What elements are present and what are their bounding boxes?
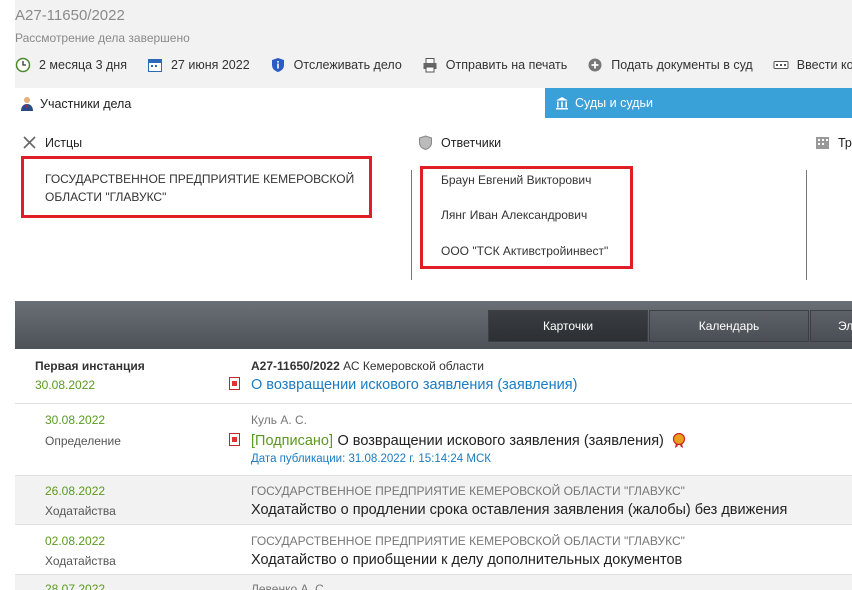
shield-icon bbox=[418, 135, 433, 151]
event-author: ГОСУДАРСТВЕННОЕ ПРЕДПРИЯТИЕ КЕМЕРОВСКОЙ … bbox=[251, 534, 685, 548]
track-case-label: Отслеживать дело bbox=[293, 58, 402, 72]
publication-date: Дата публикации: 31.08.2022 г. 15:14:24 … bbox=[251, 453, 491, 465]
column-divider bbox=[806, 170, 807, 280]
event-date: 28.07.2022 bbox=[45, 582, 106, 590]
plaintiff-highlight bbox=[21, 156, 372, 218]
enter-code-button[interactable]: Ввести код bbox=[773, 57, 852, 73]
column-divider bbox=[411, 170, 412, 280]
event-author: Левенко А. С. bbox=[251, 582, 328, 590]
instance-date: 30.08.2022 bbox=[35, 378, 96, 392]
submit-docs-button[interactable]: Подать документы в суд bbox=[587, 57, 753, 73]
signed-badge: [Подписано] bbox=[251, 433, 334, 449]
event-type: Ходатайства bbox=[45, 554, 116, 568]
event-title: Ходатайство о продлении срока оставления… bbox=[251, 502, 788, 518]
view-switcher: Карточки Календарь Эл bbox=[15, 301, 852, 349]
instance-court: АС Кемеровской области bbox=[343, 359, 484, 373]
person-icon bbox=[20, 96, 34, 111]
duration-item: 2 месяца 3 дня bbox=[15, 57, 127, 73]
printer-icon bbox=[422, 57, 438, 73]
instance-row: Первая инстанция 30.08.2022 А27-11650/20… bbox=[15, 349, 852, 404]
event-type: Ходатайства bbox=[45, 504, 116, 518]
courthouse-icon bbox=[555, 96, 569, 110]
event-row: 26.08.2022 Ходатайства ГОСУДАРСТВЕННОЕ П… bbox=[15, 476, 852, 525]
event-author: ГОСУДАРСТВЕННОЕ ПРЕДПРИЯТИЕ КЕМЕРОВСКОЙ … bbox=[251, 484, 685, 498]
print-button[interactable]: Отправить на печать bbox=[422, 57, 568, 73]
event-author: Куль А. С. bbox=[251, 413, 307, 427]
duration-label: 2 месяца 3 дня bbox=[39, 58, 127, 72]
tab-participants[interactable]: Участники дела bbox=[20, 96, 131, 111]
event-date: 02.08.2022 bbox=[45, 534, 106, 548]
shield-info-icon bbox=[270, 57, 286, 73]
tab-cards[interactable]: Карточки bbox=[488, 310, 648, 342]
event-date: 26.08.2022 bbox=[45, 484, 106, 498]
tab-courts-label: Суды и судьи bbox=[575, 96, 653, 110]
defendants-highlight bbox=[420, 166, 633, 269]
case-number: А27-11650/2022 bbox=[15, 7, 125, 24]
enter-code-label: Ввести код bbox=[796, 58, 852, 72]
instance-case-ref: А27-11650/2022 bbox=[251, 359, 340, 373]
plaintiffs-heading: Истцы bbox=[22, 135, 82, 150]
keyboard-icon bbox=[773, 57, 789, 73]
date-label: 27 июня 2022 bbox=[170, 58, 250, 72]
event-row: 30.08.2022 Определение Куль А. С. [Подпи… bbox=[15, 404, 852, 476]
track-case-button[interactable]: Отслеживать дело bbox=[270, 57, 402, 73]
defendants-heading: Ответчики bbox=[418, 135, 502, 151]
defendants-label: Ответчики bbox=[441, 135, 502, 150]
pdf-icon[interactable] bbox=[229, 377, 240, 390]
event-title: Ходатайство о приобщении к делу дополнит… bbox=[251, 552, 683, 568]
case-status: Рассмотрение дела завершено bbox=[15, 31, 190, 45]
instance-case-info: А27-11650/2022 АС Кемеровской области bbox=[251, 359, 484, 373]
tab-participants-label: Участники дела bbox=[40, 96, 132, 111]
calendar-icon bbox=[147, 57, 163, 73]
third-parties-heading: Тр bbox=[815, 135, 852, 150]
event-type: Определение bbox=[45, 434, 121, 448]
plaintiffs-label: Истцы bbox=[45, 135, 83, 150]
date-item: 27 июня 2022 bbox=[147, 57, 250, 73]
clock-icon bbox=[15, 57, 31, 73]
case-toolbar: 2 месяца 3 дня 27 июня 2022 Отслеживать … bbox=[15, 56, 852, 74]
event-title: [Подписано] О возвращении искового заявл… bbox=[251, 432, 686, 450]
seal-icon bbox=[672, 432, 686, 449]
tab-row: Участники дела Суды и судьи bbox=[0, 88, 852, 118]
event-date: 30.08.2022 bbox=[45, 413, 106, 427]
instance-doc-link[interactable]: О возвращении искового заявления (заявле… bbox=[251, 377, 577, 393]
event-row: 02.08.2022 Ходатайства ГОСУДАРСТВЕННОЕ П… bbox=[15, 525, 852, 575]
submit-docs-label: Подать документы в суд bbox=[611, 58, 753, 72]
tab-calendar[interactable]: Календарь bbox=[649, 310, 809, 342]
event-row: 28.07.2022 Левенко А. С. bbox=[15, 575, 852, 590]
event-doc-link[interactable]: О возвращении искового заявления (заявле… bbox=[337, 433, 663, 449]
pdf-icon[interactable] bbox=[229, 433, 240, 446]
print-label: Отправить на печать bbox=[445, 58, 568, 72]
tab-electronic[interactable]: Эл bbox=[810, 310, 852, 342]
crossed-swords-icon bbox=[22, 135, 37, 150]
building-icon bbox=[815, 135, 830, 150]
instance-label: Первая инстанция bbox=[35, 359, 145, 373]
tab-courts[interactable]: Суды и судьи bbox=[545, 88, 852, 118]
third-parties-label: Тр bbox=[838, 135, 852, 150]
plus-circle-icon bbox=[587, 57, 603, 73]
